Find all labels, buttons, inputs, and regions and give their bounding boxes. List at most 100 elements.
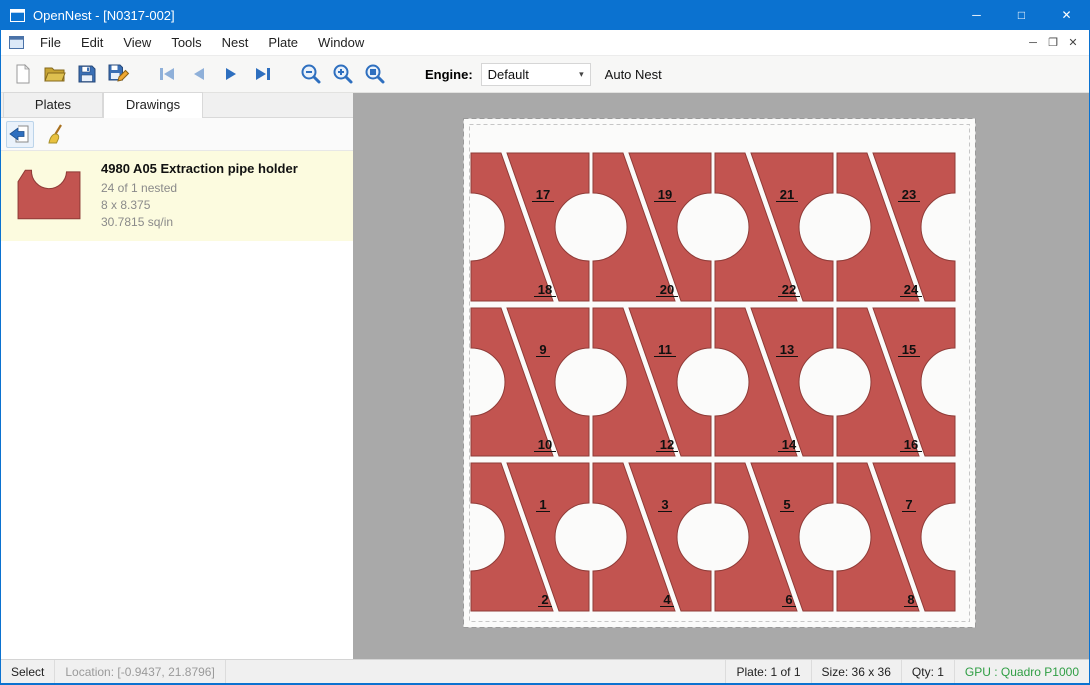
app-window: OpenNest - [N0317-002] ─ □ ✕ File Edit V…: [0, 0, 1090, 685]
open-file-button[interactable]: [39, 59, 71, 90]
new-file-icon: [13, 64, 33, 84]
drawing-item-info: 4980 A05 Extraction pipe holder 24 of 1 …: [101, 161, 298, 231]
part-number-label: 24: [904, 282, 919, 297]
status-plate: Plate: 1 of 1: [725, 660, 810, 683]
part-number-label: 13: [780, 342, 794, 357]
zoom-fit-button[interactable]: [359, 59, 391, 90]
drawing-area: 30.7815 sq/in: [101, 214, 298, 231]
import-arrow-icon: [9, 124, 31, 144]
last-plate-button[interactable]: [247, 59, 279, 90]
menu-plate[interactable]: Plate: [258, 31, 308, 54]
save-edit-icon: [108, 64, 130, 84]
next-arrow-icon: [220, 65, 242, 83]
menu-edit[interactable]: Edit: [71, 31, 113, 54]
broom-icon: [45, 124, 67, 144]
engine-label: Engine:: [425, 67, 473, 82]
status-qty: Qty: 1: [901, 660, 954, 683]
zoom-in-button[interactable]: [327, 59, 359, 90]
first-plate-button[interactable]: [151, 59, 183, 90]
status-location: Location: [-0.9437, 21.8796]: [55, 660, 225, 683]
window-title: OpenNest - [N0317-002]: [33, 8, 175, 23]
status-mode: Select: [1, 660, 55, 683]
part-number-label: 3: [661, 497, 668, 512]
status-size: Size: 36 x 36: [811, 660, 901, 683]
close-button[interactable]: ✕: [1044, 0, 1089, 30]
zoom-fit-icon: [363, 63, 387, 85]
menu-bar: File Edit View Tools Nest Plate Window ─…: [1, 30, 1089, 56]
part-number-label: 21: [780, 187, 794, 202]
part-number-label: 4: [663, 592, 671, 607]
part-number-label: 7: [905, 497, 912, 512]
part-number-label: 5: [783, 497, 790, 512]
previous-arrow-icon: [188, 65, 210, 83]
clear-drawings-button[interactable]: [42, 121, 70, 148]
part-thumbnail: [13, 161, 85, 231]
part-number-label: 22: [782, 282, 796, 297]
status-gpu: GPU : Quadro P1000: [954, 660, 1089, 683]
engine-selected-value: Default: [488, 67, 579, 82]
part-number-label: 18: [538, 282, 552, 297]
next-plate-button[interactable]: [215, 59, 247, 90]
part-number-label: 17: [536, 187, 550, 202]
part-number-label: 2: [541, 592, 548, 607]
minimize-button[interactable]: ─: [954, 0, 999, 30]
tab-drawings[interactable]: Drawings: [103, 92, 203, 118]
part-number-label: 12: [660, 437, 674, 452]
maximize-button[interactable]: □: [999, 0, 1044, 30]
menu-tools[interactable]: Tools: [161, 31, 211, 54]
mdi-minimize-button[interactable]: ─: [1023, 35, 1043, 51]
part-number-label: 15: [902, 342, 916, 357]
first-arrow-icon: [156, 65, 178, 83]
main-toolbar: Engine: Default ▾ Auto Nest: [1, 56, 1089, 93]
status-bar: Select Location: [-0.9437, 21.8796] Plat…: [1, 659, 1089, 683]
sidebar: Plates Drawings: [1, 93, 353, 659]
save-button[interactable]: [71, 59, 103, 90]
save-edit-button[interactable]: [103, 59, 135, 90]
drawing-list: 4980 A05 Extraction pipe holder 24 of 1 …: [1, 151, 353, 659]
part-number-label: 10: [538, 437, 552, 452]
part-number-label: 6: [785, 592, 792, 607]
drawing-list-item[interactable]: 4980 A05 Extraction pipe holder 24 of 1 …: [1, 151, 353, 241]
new-file-button[interactable]: [7, 59, 39, 90]
mdi-restore-button[interactable]: ❐: [1043, 34, 1063, 51]
zoom-out-button[interactable]: [295, 59, 327, 90]
part-number-label: 14: [782, 437, 797, 452]
save-icon: [77, 64, 97, 84]
drawing-dimensions: 8 x 8.375: [101, 197, 298, 214]
menu-window[interactable]: Window: [308, 31, 374, 54]
part-number-label: 9: [539, 342, 546, 357]
part-number-label: 8: [907, 592, 914, 607]
engine-select[interactable]: Default ▾: [481, 63, 591, 86]
sidebar-tabstrip: Plates Drawings: [1, 93, 353, 118]
part-number-label: 19: [658, 187, 672, 202]
menu-view[interactable]: View: [113, 31, 161, 54]
previous-plate-button[interactable]: [183, 59, 215, 90]
menu-file[interactable]: File: [30, 31, 71, 54]
part-thumbnail-icon: [16, 165, 82, 223]
zoom-in-icon: [331, 63, 355, 85]
nesting-canvas[interactable]: 171819202122232491011121314151612345678: [353, 93, 1089, 659]
part-number-label: 23: [902, 187, 916, 202]
tab-plates[interactable]: Plates: [3, 92, 103, 117]
mdi-child-icon: [9, 36, 24, 49]
drawings-toolbar: [1, 118, 353, 151]
part-number-label: 1: [539, 497, 546, 512]
chevron-down-icon: ▾: [579, 69, 584, 80]
import-drawing-button[interactable]: [6, 121, 34, 148]
drawing-nested-count: 24 of 1 nested: [101, 180, 298, 197]
open-folder-icon: [44, 64, 66, 84]
main-area: Plates Drawings: [1, 93, 1089, 659]
zoom-out-icon: [299, 63, 323, 85]
app-icon: [10, 9, 25, 22]
plate-svg: 171819202122232491011121314151612345678: [463, 118, 976, 628]
part-number-label: 11: [658, 342, 672, 357]
mdi-close-button[interactable]: ✕: [1063, 34, 1083, 51]
title-bar: OpenNest - [N0317-002] ─ □ ✕: [1, 0, 1089, 30]
menu-nest[interactable]: Nest: [212, 31, 259, 54]
plate-view: 171819202122232491011121314151612345678: [463, 118, 976, 628]
auto-nest-toggle[interactable]: Auto Nest: [605, 67, 662, 82]
part-number-label: 16: [904, 437, 918, 452]
drawing-title: 4980 A05 Extraction pipe holder: [101, 161, 298, 176]
last-arrow-icon: [252, 65, 274, 83]
part-number-label: 20: [660, 282, 674, 297]
